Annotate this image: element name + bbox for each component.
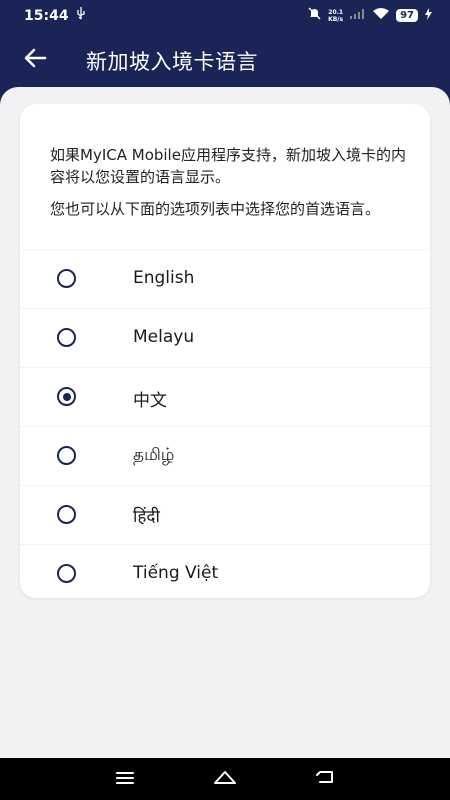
app-header: 新加坡入境卡语言 (0, 33, 450, 87)
language-option-melayu[interactable]: Melayu (20, 308, 430, 367)
net-speed-value: 20.1 (328, 8, 344, 16)
system-nav-bar (0, 758, 450, 800)
option-label: தமிழ் (133, 445, 175, 465)
home-icon (213, 769, 237, 789)
charging-icon (425, 7, 432, 24)
language-option-english[interactable]: English (20, 249, 430, 308)
intro-text-2: 您也可以从下面的选项列表中选择您的首选语言。 (50, 200, 381, 218)
status-bar: 15:44 20.1 KB/s 97 (0, 0, 450, 33)
wifi-icon (373, 7, 390, 24)
radio-button[interactable] (57, 505, 76, 524)
language-options: English Melayu 中文 தமிழ் हिंदी Tiếng Việt (20, 249, 430, 603)
battery-level: 97 (396, 9, 418, 22)
option-label: हिंदी (133, 507, 160, 527)
status-indicators: 20.1 KB/s 97 (308, 7, 432, 24)
signal-icon (350, 8, 366, 23)
system-back-button[interactable] (305, 766, 345, 792)
radio-button[interactable] (57, 446, 76, 465)
radio-button[interactable] (57, 328, 76, 347)
language-option-tamil[interactable]: தமிழ் (20, 426, 430, 485)
menu-icon (115, 770, 135, 789)
language-option-hindi[interactable]: हिंदी (20, 485, 430, 544)
language-card: 如果MyICA Mobile应用程序支持，新加坡入境卡的内容将以您设置的语言显示… (20, 104, 430, 598)
option-label: Melayu (133, 327, 195, 347)
option-label: 中文 (133, 391, 167, 411)
language-option-chinese[interactable]: 中文 (20, 367, 430, 426)
radio-button[interactable] (57, 564, 76, 583)
language-option-vietnamese[interactable]: Tiếng Việt (20, 544, 430, 603)
back-return-icon (314, 769, 336, 789)
option-label: English (133, 268, 195, 288)
home-button[interactable] (205, 766, 245, 792)
usb-icon (76, 7, 86, 24)
arrow-left-icon (23, 48, 47, 72)
content-area: 如果MyICA Mobile应用程序支持，新加坡入境卡的内容将以您设置的语言显示… (0, 87, 450, 758)
page-title: 新加坡入境卡语言 (86, 50, 258, 74)
net-speed: 20.1 KB/s (328, 9, 343, 23)
option-label: Tiếng Việt (133, 563, 219, 583)
back-button[interactable] (18, 45, 52, 75)
intro-text-1: 如果MyICA Mobile应用程序支持，新加坡入境卡的内容将以您设置的语言显示… (50, 146, 406, 186)
radio-button-selected[interactable] (57, 387, 76, 406)
mute-icon (308, 7, 321, 24)
status-time: 15:44 (24, 8, 69, 24)
radio-button[interactable] (57, 269, 76, 288)
net-speed-unit: KB/s (328, 15, 344, 23)
recent-apps-button[interactable] (105, 766, 145, 792)
